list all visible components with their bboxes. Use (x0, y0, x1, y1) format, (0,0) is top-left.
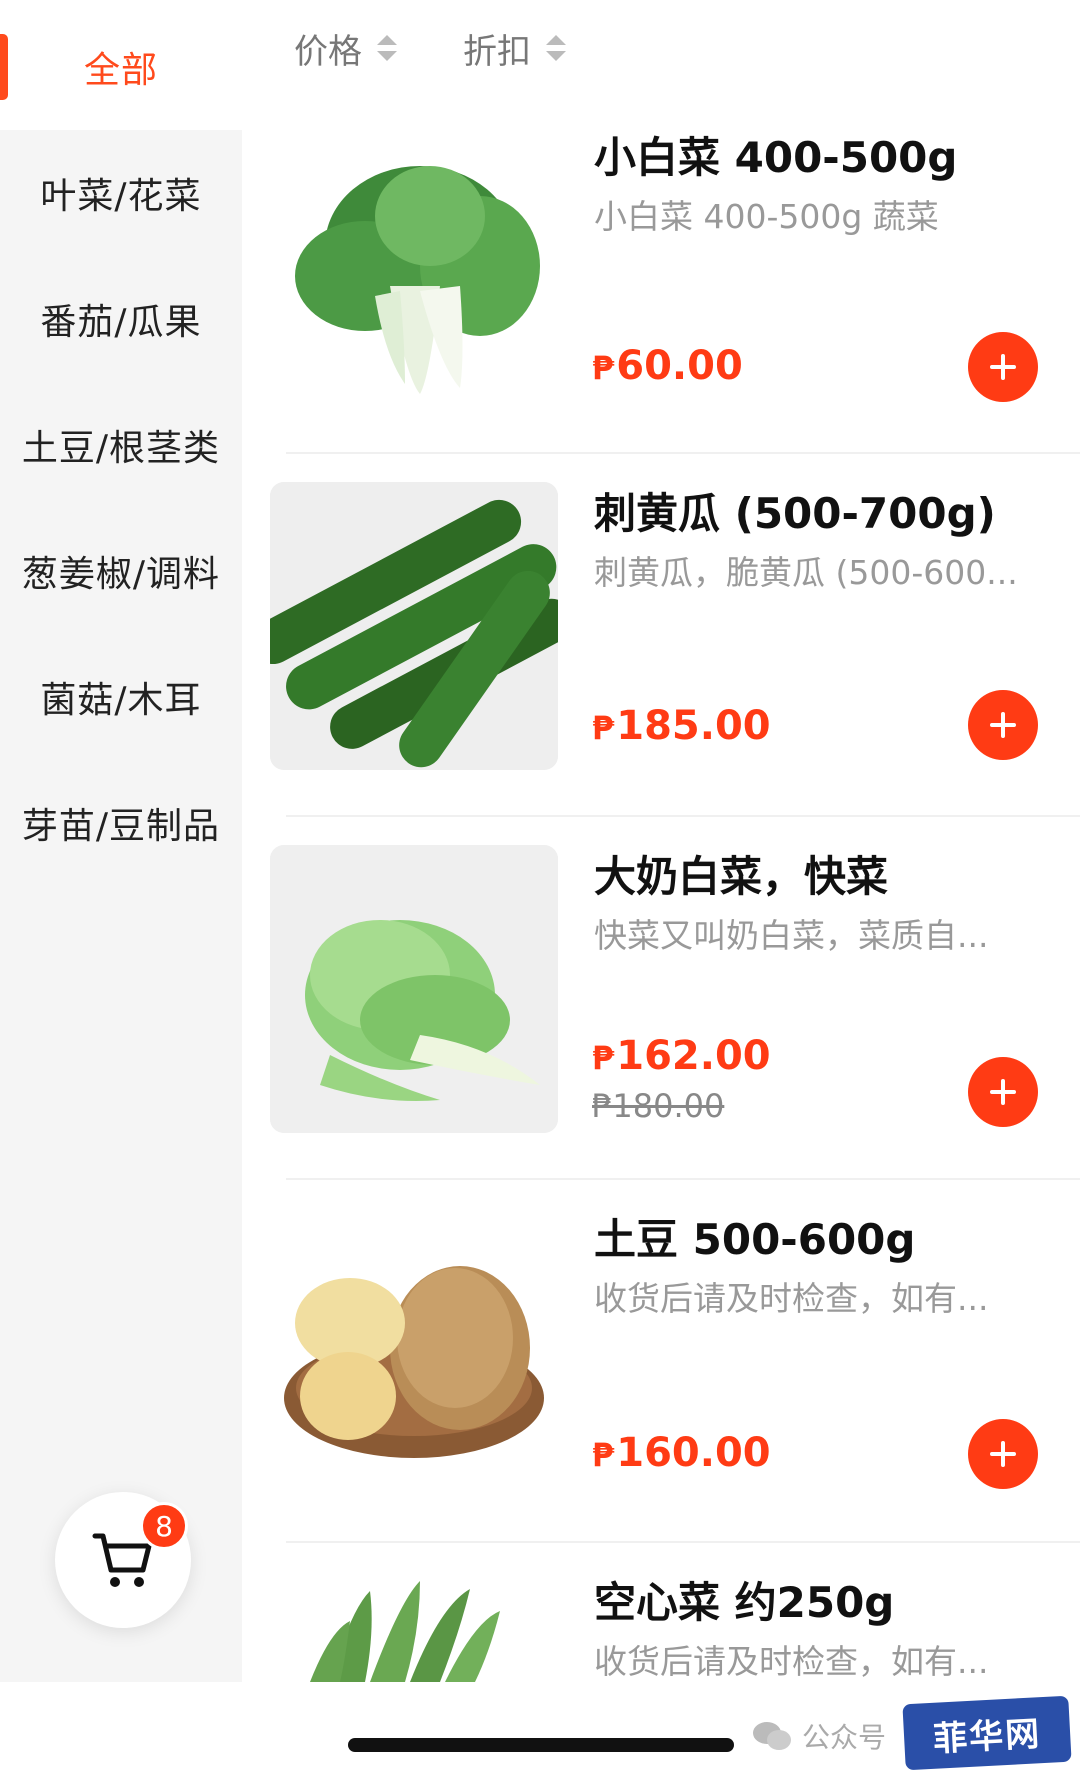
currency-symbol: ₱ (592, 1039, 615, 1077)
product-description: 小白菜 400-500g 蔬菜 (594, 197, 939, 236)
cucumber-image[interactable] (270, 482, 558, 770)
add-to-cart-button[interactable] (968, 1419, 1038, 1489)
potato-image[interactable] (270, 1208, 558, 1496)
sort-by-discount-button[interactable]: 折扣 (463, 22, 567, 74)
price-value: 185.00 (616, 703, 771, 749)
product-title: 大奶白菜，快菜 (594, 852, 889, 901)
wechat-label: 公众号 (802, 1721, 887, 1754)
product-list-screen: 全部 叶菜/花菜 番茄/瓜果 土豆/根茎类 葱姜椒/调料 菌菇/木耳 芽苗/豆制… (0, 0, 1080, 1778)
price-value: 162.00 (616, 1033, 771, 1079)
water-spinach-image[interactable] (270, 1571, 558, 1682)
add-to-cart-button[interactable] (968, 332, 1038, 402)
category-tomato-melon[interactable]: 番茄/瓜果 (0, 256, 242, 382)
product-price: ₱185.00 (592, 703, 771, 749)
product-price: ₱162.00 (592, 1033, 771, 1079)
currency-symbol: ₱ (592, 709, 615, 747)
plus-icon (990, 1441, 1016, 1467)
original-price: ₱180.00 (592, 1087, 725, 1125)
product-description: 刺黄瓜，脆黄瓜 (500-600... (594, 553, 1018, 592)
currency-symbol: ₱ (592, 349, 615, 387)
product-card[interactable]: 土豆 500-600g 收货后请及时检查，如有... ₱160.00 (242, 1180, 1080, 1543)
add-to-cart-button[interactable] (968, 690, 1038, 760)
product-price: ₱60.00 (592, 343, 743, 389)
site-logo: 菲华网 (902, 1695, 1072, 1771)
category-condiments[interactable]: 葱姜椒/调料 (0, 508, 242, 634)
add-to-cart-button[interactable] (968, 1057, 1038, 1127)
bok-choy-image[interactable] (270, 126, 558, 414)
price-value: 60.00 (616, 343, 743, 389)
product-card[interactable]: 空心菜 约250g 收货后请及时检查，如有... (242, 1543, 1080, 1682)
category-leafy-greens[interactable]: 叶菜/花菜 (0, 130, 242, 256)
category-sidebar: 全部 叶菜/花菜 番茄/瓜果 土豆/根茎类 葱姜椒/调料 菌菇/木耳 芽苗/豆制… (0, 0, 242, 1682)
product-card[interactable]: 刺黄瓜 (500-700g) 刺黄瓜，脆黄瓜 (500-600... ₱185.… (242, 454, 1080, 817)
wechat-watermark: 公众号 (752, 1716, 886, 1756)
plus-icon (990, 1079, 1016, 1105)
product-card[interactable]: 大奶白菜，快菜 快菜又叫奶白菜，菜质自... ₱162.00 ₱180.00 (242, 817, 1080, 1180)
product-title: 小白菜 400-500g (594, 133, 958, 182)
napa-cabbage-image[interactable] (270, 845, 558, 1133)
sort-discount-label: 折扣 (463, 31, 531, 72)
price-value: 160.00 (616, 1430, 771, 1476)
sort-by-price-button[interactable]: 价格 (294, 22, 398, 74)
product-title: 空心菜 约250g (594, 1578, 895, 1627)
home-indicator (348, 1738, 734, 1752)
sort-arrows-icon (376, 34, 398, 62)
category-all[interactable]: 全部 (0, 4, 242, 130)
product-card[interactable]: 小白菜 400-500g 小白菜 400-500g 蔬菜 ₱60.00 (242, 98, 1080, 461)
sort-arrows-icon (545, 34, 567, 62)
sort-price-label: 价格 (294, 31, 362, 72)
product-title: 土豆 500-600g (594, 1215, 916, 1264)
category-sprouts-tofu[interactable]: 芽苗/豆制品 (0, 760, 242, 886)
product-title: 刺黄瓜 (500-700g) (594, 489, 996, 538)
category-potato-root[interactable]: 土豆/根茎类 (0, 382, 242, 508)
currency-symbol: ₱ (592, 1436, 615, 1474)
plus-icon (990, 712, 1016, 738)
plus-icon (990, 354, 1016, 380)
wechat-icon (753, 1722, 791, 1750)
product-price: ₱160.00 (592, 1430, 771, 1476)
cart-count-badge: 8 (140, 1502, 188, 1550)
product-description: 快菜又叫奶白菜，菜质自... (594, 916, 989, 955)
product-description: 收货后请及时检查，如有... (594, 1279, 989, 1318)
product-description: 收货后请及时检查，如有... (594, 1642, 989, 1681)
category-mushrooms[interactable]: 菌菇/木耳 (0, 634, 242, 760)
